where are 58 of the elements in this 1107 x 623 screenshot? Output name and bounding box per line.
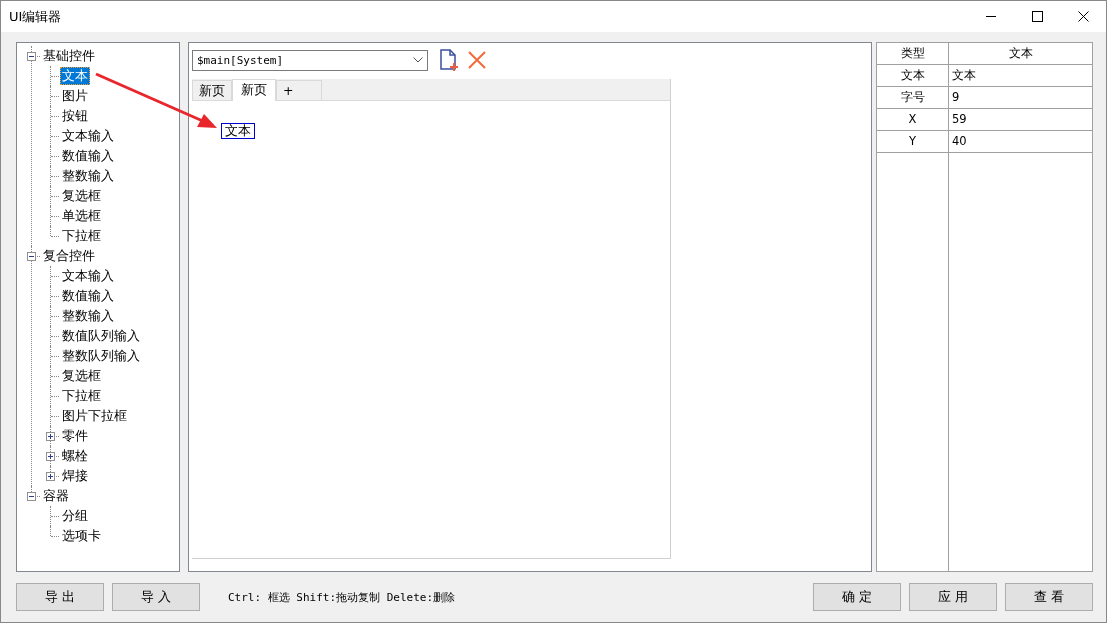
maximize-icon[interactable] [1032,11,1043,22]
action-button[interactable]: 应 用 [909,583,997,611]
tree-item[interactable]: 图片下拉框 [60,407,129,425]
tree-item[interactable]: 图片 [60,87,90,105]
tree-item[interactable]: 下拉框 [60,227,103,245]
tree-item[interactable]: 螺栓 [60,447,90,465]
column-header: 文本 [1007,45,1034,62]
tree-item[interactable]: 选项卡 [60,527,103,545]
property-value[interactable]: 40 [949,131,1092,152]
tree-item[interactable]: 整数输入 [60,167,116,185]
page-tab[interactable]: + [276,80,322,100]
tree-item[interactable]: 复选框 [60,367,103,385]
tree-item[interactable]: 下拉框 [60,387,103,405]
tree-item[interactable]: 基础控件 [41,47,97,65]
tree-item[interactable]: 文本 [60,67,90,85]
action-button[interactable]: 导 入 [112,583,200,611]
tree-item[interactable]: 零件 [60,427,90,445]
new-page-icon[interactable] [440,49,458,71]
action-button[interactable]: 导 出 [16,583,104,611]
page-tab[interactable]: 新页 [192,80,232,100]
tree-item[interactable]: 文本输入 [60,127,116,145]
tree-item[interactable]: 数值输入 [60,287,116,305]
tree-item[interactable]: 文本输入 [60,267,116,285]
expand-icon[interactable] [46,432,55,441]
property-value[interactable]: 9 [949,87,1092,108]
expand-icon[interactable] [46,452,55,461]
action-button[interactable]: 确 定 [813,583,901,611]
collapse-icon[interactable] [27,52,36,61]
property-name: 文本 [877,65,949,86]
tree-item[interactable]: 复选框 [60,187,103,205]
property-name: X [877,109,949,130]
text-widget[interactable]: 文本 [221,123,255,139]
property-value[interactable]: 文本 [949,65,1092,86]
column-header: 类型 [877,43,949,64]
shortcut-hint: Ctrl: 框选 Shift:拖动复制 Delete:删除 [228,589,456,605]
tree-item[interactable]: 整数队列输入 [60,347,142,365]
tree-item[interactable]: 数值队列输入 [60,327,142,345]
page-dropdown[interactable]: $main[System] [192,49,428,71]
property-value[interactable]: 59 [949,109,1092,130]
chevron-down-icon [413,57,423,63]
delete-icon[interactable] [468,51,486,69]
close-icon[interactable] [1078,11,1089,22]
tree-item[interactable]: 分组 [60,507,90,525]
tree-item[interactable]: 焊接 [60,467,90,485]
tree-item[interactable]: 单选框 [60,207,103,225]
tree-item[interactable]: 按钮 [60,107,90,125]
tree-item[interactable]: 数值输入 [60,147,116,165]
action-button[interactable]: 查 看 [1005,583,1093,611]
tree-item[interactable]: 容器 [41,487,71,505]
property-name: Y [877,131,949,152]
page-tab[interactable]: 新页 [232,79,276,101]
tree-item[interactable]: 复合控件 [41,247,97,265]
collapse-icon[interactable] [27,252,36,261]
collapse-icon[interactable] [27,492,36,501]
property-name: 字号 [877,87,949,108]
expand-icon[interactable] [46,472,55,481]
tree-item[interactable]: 整数输入 [60,307,116,325]
window-title: UI编辑器 [9,7,62,26]
